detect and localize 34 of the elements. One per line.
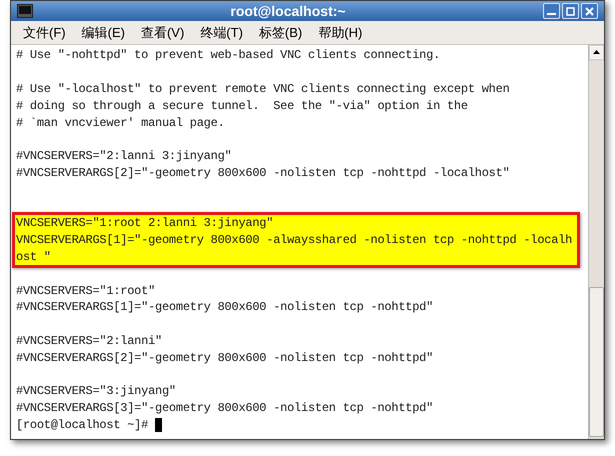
terminal-line: VNCSERVERARGS[1]="-geometry 800x600 -alwaysshared -nolisten tcp -nohttpd -localh (16, 232, 572, 250)
terminal-line: #VNCSERVERS="2:lanni" (16, 332, 162, 350)
terminal-line: #VNCSERVERS="3:jinyang" (16, 383, 176, 400)
scrollbar[interactable] (588, 45, 604, 439)
terminal-icon (17, 4, 33, 18)
terminal-line: #VNCSERVERS="1:root" (16, 282, 156, 300)
terminal-line: # Use "-localhost" to prevent remote VNC clients connecting except when (16, 81, 510, 98)
text-cursor (155, 418, 162, 432)
scroll-thumb[interactable] (589, 287, 604, 437)
maximize-icon (566, 6, 575, 16)
menu-item[interactable]: 文件(F) (23, 22, 66, 42)
maximize-button[interactable] (562, 3, 579, 19)
menu-item[interactable]: 标签(B) (258, 22, 302, 42)
close-icon (585, 6, 594, 16)
terminal-line: VNCSERVERS="1:root 2:lanni 3:jinyang" (16, 215, 274, 232)
menu-item[interactable]: 终端(T) (200, 22, 243, 42)
terminal-line: ost " (16, 248, 51, 266)
menu-item[interactable]: 查看(V) (140, 22, 184, 42)
terminal-line: #VNCSERVERS="2:lanni 3:jinyang" (16, 148, 232, 166)
terminal-line: #VNCSERVERARGS[2]="-geometry 800x600 -nolisten tcp -nohttpd" (16, 350, 434, 367)
window-title: root@localhost:~ (229, 2, 347, 20)
menu-item[interactable]: 编辑(E) (82, 22, 125, 42)
terminal-line: # doing so through a secure tunnel. See the "-via" option in the (16, 98, 468, 115)
close-button[interactable] (581, 3, 598, 19)
terminal-line: # Use "-nohttpd" to prevent web-based VNC clients connecting. (16, 47, 440, 64)
terminal-line: # `man vncviewer' manual page. (16, 114, 225, 132)
terminal-line: #VNCSERVERARGS[3]="-geometry 800x600 -nolisten tcp -nohttpd" (16, 400, 434, 418)
terminal-line: #VNCSERVERARGS[1]="-geometry 800x600 -nolisten tcp -nohttpd" (16, 299, 434, 316)
shell-prompt: [root@localhost ~]# (16, 416, 148, 434)
terminal-line: #VNCSERVERARGS[2]="-geometry 800x600 -nolisten tcp -nohttpd -localhost" (16, 164, 510, 182)
minimize-button[interactable] (543, 3, 560, 19)
scroll-up-icon[interactable] (589, 45, 604, 60)
menu-item[interactable]: 帮助(H) (318, 22, 362, 42)
minimize-icon (547, 13, 556, 15)
